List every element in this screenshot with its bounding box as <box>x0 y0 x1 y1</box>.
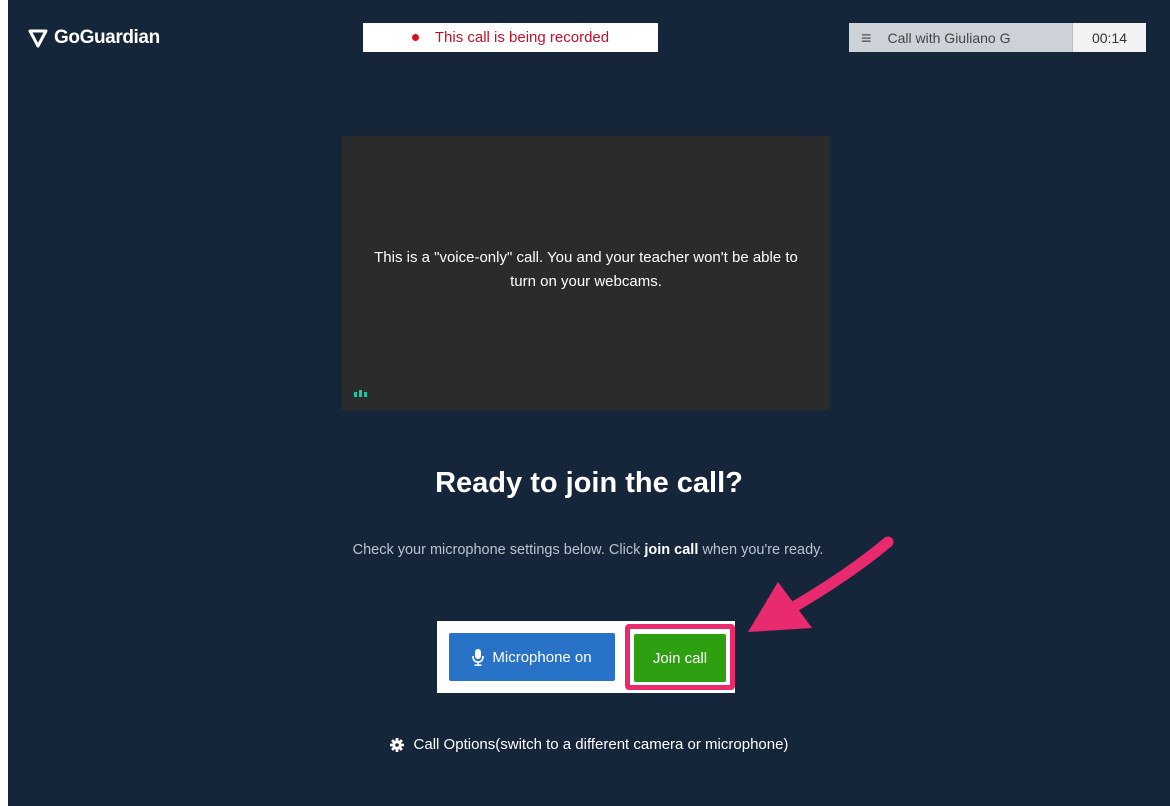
gear-icon <box>389 737 404 752</box>
call-buttons-panel: Microphone on Join call <box>437 621 735 693</box>
annotation-arrow <box>748 536 894 632</box>
join-highlight-box: Join call <box>625 624 735 690</box>
microphone-button-label: Microphone on <box>492 648 592 666</box>
voice-only-message: This is a "voice-only" call. You and you… <box>374 249 798 290</box>
call-options-link[interactable]: Call Options(switch to a different camer… <box>8 736 1170 753</box>
join-heading: Ready to join the call? <box>435 467 743 499</box>
video-preview: This is a "voice-only" call. You and you… <box>342 136 830 410</box>
recording-banner: This call is being recorded <box>363 23 658 52</box>
call-app: GoGuardian This call is being recorded ≡… <box>8 0 1170 806</box>
recording-dot-icon <box>411 34 419 41</box>
call-title-menu[interactable]: ≡ Call with Giuliano G <box>849 23 1072 52</box>
audio-level-icon <box>354 390 367 397</box>
call-options-label: Call Options(switch to a different camer… <box>413 736 789 753</box>
call-timer: 00:14 <box>1072 23 1146 52</box>
instructions-text-1: Check your microphone settings below. Cl… <box>352 542 645 558</box>
join-call-button[interactable]: Join call <box>634 634 726 682</box>
goguardian-logo: GoGuardian <box>28 27 160 49</box>
call-title: Call with Giuliano G <box>887 29 1011 46</box>
logo-text: GoGuardian <box>54 27 160 48</box>
menu-icon[interactable]: ≡ <box>861 29 872 47</box>
call-header: ≡ Call with Giuliano G 00:14 <box>849 23 1146 52</box>
microphone-icon <box>472 648 485 666</box>
microphone-button[interactable]: Microphone on <box>449 633 615 681</box>
shield-logo-icon <box>28 29 48 48</box>
recording-text: This call is being recorded <box>434 29 610 46</box>
instructions-bold: join call <box>644 542 699 558</box>
